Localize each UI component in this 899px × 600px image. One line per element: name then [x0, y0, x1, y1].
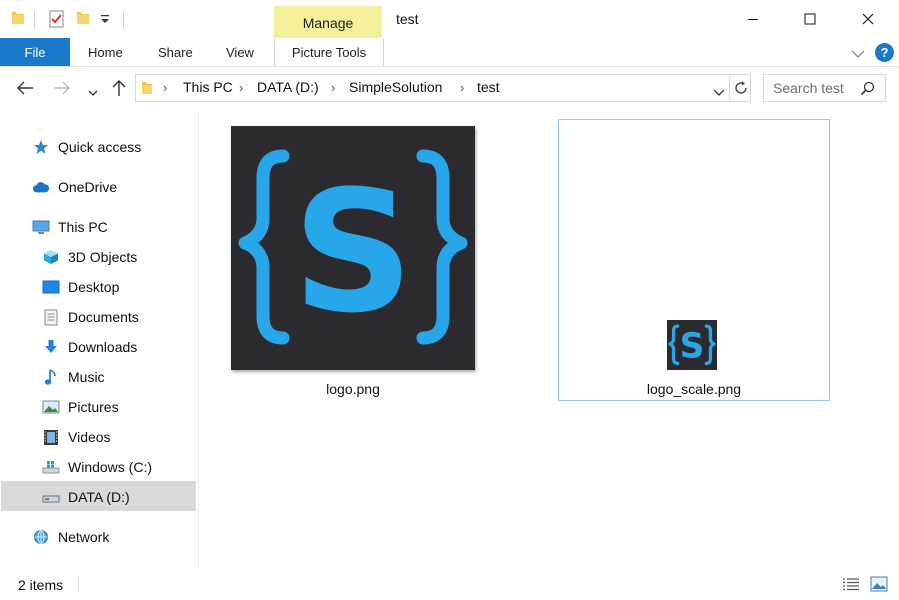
breadcrumb-this-pc[interactable]: This PC — [183, 79, 233, 95]
sidebar-item-network[interactable]: Network — [32, 522, 109, 552]
close-icon — [862, 13, 874, 25]
new-folder-icon[interactable] — [76, 10, 90, 29]
sidebar-item-label: Network — [58, 529, 110, 545]
sidebar-item-label: OneDrive — [58, 179, 118, 195]
toolbar-divider — [34, 11, 35, 29]
drive-icon — [42, 488, 60, 506]
sidebar-item-music[interactable]: Music — [42, 362, 105, 392]
sidebar-item-quick-access[interactable]: Quick access — [32, 132, 141, 162]
svg-text:S: S — [293, 154, 414, 350]
item-count: 2 items — [18, 577, 64, 593]
search-input[interactable]: Search test — [773, 80, 844, 96]
cube-icon — [42, 248, 60, 266]
sidebar-item-videos[interactable]: Videos — [42, 422, 111, 452]
toolbar-divider — [123, 11, 124, 29]
sidebar-item-this-pc[interactable]: This PC — [32, 212, 108, 242]
sidebar-item-label: Downloads — [68, 339, 138, 355]
desktop-icon — [42, 278, 60, 296]
sidebar-item-label: Videos — [68, 429, 111, 445]
refresh-icon[interactable] — [733, 80, 749, 99]
sidebar-item-windows-c[interactable]: Windows (C:) — [42, 452, 152, 482]
file-thumbnail-logo-scale[interactable]: S — [667, 320, 717, 370]
sidebar-item-label: Quick access — [58, 139, 142, 155]
tab-picture-tools[interactable]: Picture Tools — [274, 38, 384, 66]
sidebar-item-label: Music — [68, 369, 105, 385]
breadcrumb-test[interactable]: test — [477, 79, 500, 95]
sidebar-item-documents[interactable]: Documents — [42, 302, 139, 332]
computer-icon — [32, 218, 50, 236]
properties-icon[interactable] — [48, 10, 66, 31]
tab-home[interactable]: Home — [88, 45, 123, 60]
expand-ribbon-icon[interactable] — [851, 46, 865, 62]
file-name-logo-scale[interactable]: logo_scale.png — [558, 381, 830, 397]
music-icon — [42, 368, 60, 386]
breadcrumb-simplesolution[interactable]: SimpleSolution — [349, 79, 442, 95]
file-name-logo[interactable]: logo.png — [231, 381, 475, 397]
close-button[interactable] — [839, 0, 897, 38]
help-icon[interactable]: ? — [875, 43, 894, 62]
sidebar-item-downloads[interactable]: Downloads — [42, 332, 137, 362]
address-dropdown-icon[interactable] — [713, 84, 725, 100]
customize-toolbar-icon[interactable] — [100, 12, 110, 29]
sidebar-item-label: Windows (C:) — [68, 459, 153, 475]
video-icon — [42, 428, 60, 446]
svg-text:S: S — [680, 327, 705, 367]
address-divider — [729, 75, 730, 101]
recent-locations-icon[interactable] — [88, 84, 98, 100]
sidebar-item-onedrive[interactable]: OneDrive — [32, 172, 117, 202]
sidebar-item-label: This PC — [58, 219, 108, 235]
large-icons-view-icon[interactable] — [870, 576, 888, 595]
sidebar-item-label: Documents — [68, 309, 139, 325]
up-icon[interactable] — [111, 79, 127, 100]
maximize-button[interactable] — [781, 0, 839, 38]
breadcrumb-separator[interactable]: › — [331, 80, 335, 95]
ribbon-bar — [0, 38, 899, 67]
breadcrumb-separator[interactable]: › — [460, 80, 464, 95]
sidebar-item-desktop[interactable]: Desktop — [42, 272, 119, 302]
sidebar-item-pictures[interactable]: Pictures — [42, 392, 119, 422]
star-icon — [32, 138, 50, 156]
maximize-icon — [804, 13, 816, 25]
sidebar-item-label: Pictures — [68, 399, 119, 415]
minimize-button[interactable] — [724, 0, 782, 38]
window-title: test — [396, 11, 419, 27]
folder-icon — [141, 80, 153, 99]
breadcrumb-separator[interactable]: › — [239, 80, 243, 95]
status-divider — [78, 576, 79, 592]
sidebar-item-label: Desktop — [68, 279, 120, 295]
sidebar-item-3d-objects[interactable]: 3D Objects — [42, 242, 137, 272]
sidebar-item-label: 3D Objects — [68, 249, 138, 265]
folder-icon — [11, 10, 25, 29]
back-icon[interactable] — [16, 80, 34, 99]
sidebar-item-data-d[interactable]: DATA (D:) — [42, 482, 130, 512]
tab-view[interactable]: View — [226, 45, 254, 60]
minimize-icon — [748, 19, 758, 20]
pictures-icon — [42, 398, 60, 416]
search-icon[interactable] — [860, 81, 875, 99]
file-tab[interactable]: File — [0, 38, 70, 66]
sidebar-item-label: DATA (D:) — [68, 489, 130, 505]
breadcrumb-data-drive[interactable]: DATA (D:) — [257, 79, 319, 95]
manage-tab[interactable]: Manage — [274, 15, 382, 31]
forward-icon[interactable] — [53, 80, 71, 99]
document-icon — [42, 308, 60, 326]
download-icon — [42, 338, 60, 356]
cloud-icon — [32, 178, 50, 196]
tab-share[interactable]: Share — [158, 45, 193, 60]
network-icon — [32, 528, 50, 546]
breadcrumb-separator[interactable]: › — [163, 80, 167, 95]
details-view-icon[interactable] — [842, 577, 860, 594]
drive-icon — [42, 458, 60, 476]
logo-glyph: S — [231, 126, 475, 370]
